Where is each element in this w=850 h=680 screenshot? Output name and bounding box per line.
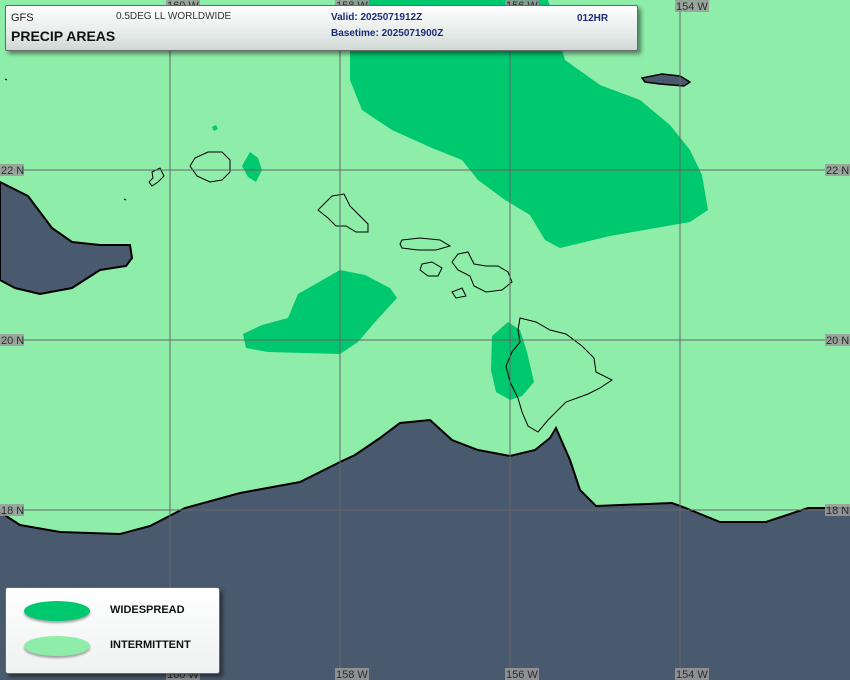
legend-label-intermittent: INTERMITTENT [110,639,191,651]
precip-map[interactable]: 22 N 20 N 18 N 22 N 20 N 18 N 160 W 158 … [0,0,850,680]
lon-label-156w-bottom: 156 W [506,669,538,680]
lat-label-22n-left: 22 N [1,165,24,177]
lat-label-18n-left: 18 N [1,505,24,517]
map-view[interactable]: 22 N 20 N 18 N 22 N 20 N 18 N 160 W 158 … [0,0,850,680]
lat-label-20n-right: 20 N [826,335,849,347]
model-name: GFS [11,12,34,24]
base-time: Basetime: 2025071900Z [331,28,444,39]
lon-label-154w-bottom: 154 W [676,669,708,680]
header-panel: GFS 0.5DEG LL WORLDWIDE PRECIP AREAS Val… [5,5,638,51]
widespread-swatch [24,601,90,621]
intermittent-swatch [24,636,90,656]
legend-panel: WIDESPREAD INTERMITTENT [5,587,220,674]
product-title: PRECIP AREAS [11,28,116,44]
grid-resolution: 0.5DEG LL WORLDWIDE [116,11,232,22]
lon-label-154w-top: 154 W [676,1,708,13]
valid-time: Valid: 2025071912Z [331,12,423,23]
lon-label-158w-bottom: 158 W [336,669,368,680]
legend-label-widespread: WIDESPREAD [110,604,185,616]
lat-label-20n-left: 20 N [1,335,24,347]
legend-item-intermittent: INTERMITTENT [6,634,219,662]
lat-label-22n-right: 22 N [826,165,849,177]
legend-item-widespread: WIDESPREAD [6,599,219,627]
lat-label-18n-right: 18 N [826,505,849,517]
forecast-hour: 012HR [577,13,609,24]
